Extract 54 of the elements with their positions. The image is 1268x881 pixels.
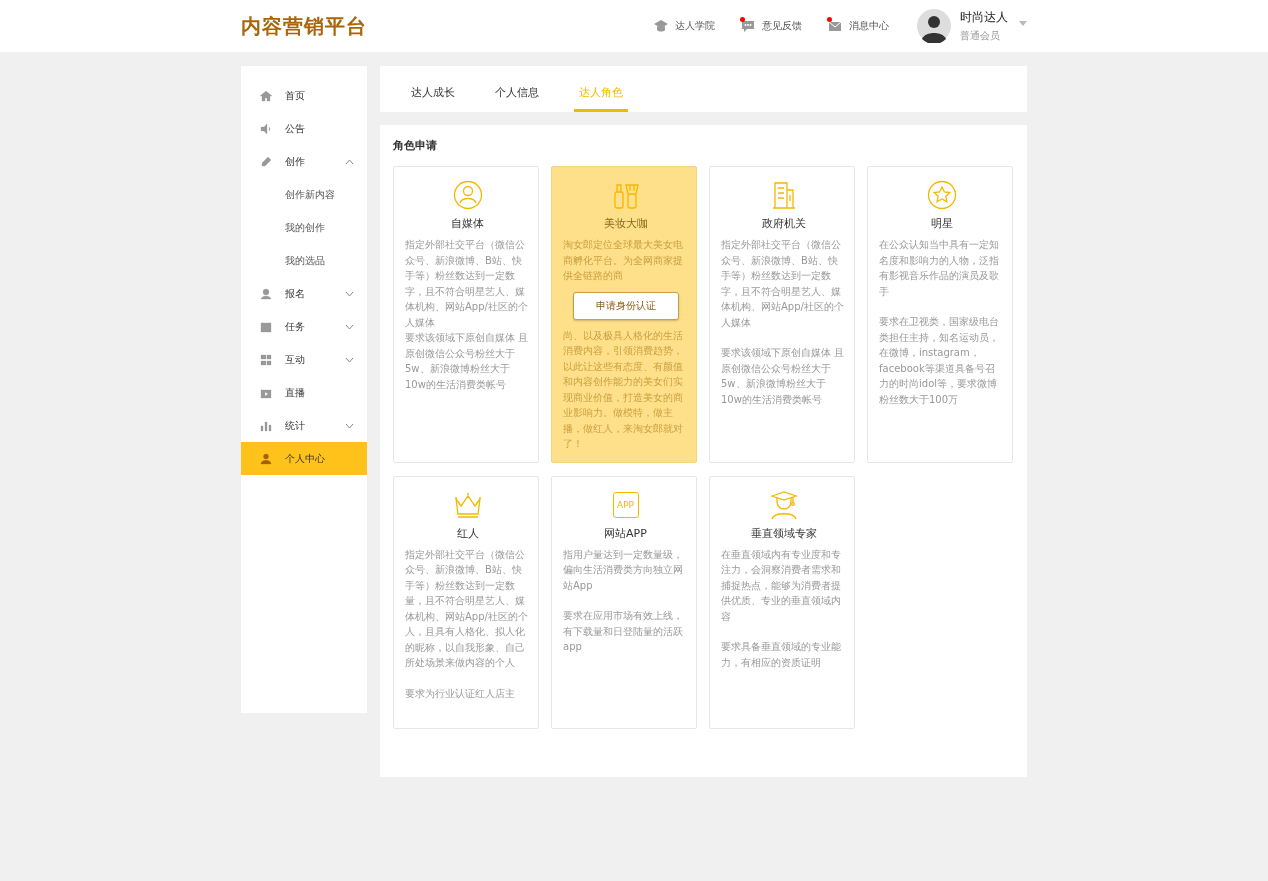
sidebar-item[interactable]: 首页 [241,79,367,112]
card-title: 明星 [930,216,953,231]
sidebar-item[interactable]: 任务 [241,310,367,343]
graduation-cap-icon [654,19,668,33]
sidebar-item[interactable]: 直播 [241,376,367,409]
card-title: 红人 [456,525,479,541]
person-circle-icon [452,180,483,210]
app-icon: APP [612,491,639,518]
squares-icon [260,353,272,366]
person-icon [260,452,272,465]
card-description: 在垂直领域内有专业度和专注力，会洞察消费者需求和捕捉热点，能够为消费者提供优质、专业的垂直领域内容 [721,547,842,624]
header-link[interactable]: 意见反馈 [741,19,802,33]
graduate-icon [768,489,799,520]
card-description: 要求具备垂直领域的专业能力，有相应的资质证明 [721,640,842,670]
chat-bubble-icon [741,19,755,33]
speaker-icon [260,122,272,135]
logo[interactable]: 内容营销平台 [241,12,367,40]
envelope-icon [828,19,842,33]
home-icon [260,89,272,102]
sidebar-item[interactable]: 互动 [241,343,367,376]
role-card[interactable]: 垂直领域专家 在垂直领域内有专业度和专注力，会洞察消费者需求和捕捉热点，能够为消费者提供优质、专业的垂直领域内容 要求具备垂直领域的专业能力，有相应的资质证明 [709,475,855,729]
video-icon [260,386,272,399]
dropdown-caret-icon [1019,21,1027,26]
card-title: 自媒体 [451,216,484,231]
section-title: 角色申请 [393,138,438,153]
card-description: 要求该领域下原创自媒体 且原创微信公众号粉丝大于 5w、新浪微博粉丝大于10w的生活消费类帐号 [721,346,846,407]
sidebar-item[interactable]: 公告 [241,112,367,145]
sidebar-subitem[interactable]: 我的选品 [241,244,367,277]
header-link[interactable]: 消息中心 [828,19,889,33]
card-description: 要求在应用市场有效上线，有下载量和日登陆量的活跃app [563,609,684,654]
card-description: 要求为行业认证红人店主 [405,686,516,701]
card-description: 要求该领域下原创自媒体 且原创微信公众号粉丝大于 5w、新浪微博粉丝大于10w的生活消费类帐号 [405,331,530,392]
user-role: 普通会员 [960,29,1001,43]
sidebar-item[interactable]: 个人中心 [241,442,367,475]
tab[interactable]: 个人信息 [490,85,544,112]
person-icon [260,287,272,300]
sidebar-subitem[interactable]: 创作新内容 [241,178,367,211]
sidebar-item[interactable]: 统计 [241,409,367,442]
pencil-icon [260,155,272,168]
card-description: 淘女郎定位全球最大美女电商孵化平台。为全网商家提供全链路的商 [563,238,684,283]
card-title: 网站APP [604,525,647,541]
card-description: 要求在卫视类，国家级电台类担任主持，知名运动员，在微博，instagram，facebook等渠道具备号召力的时尚idol等，要求微博粉丝数大于100万 [879,315,1000,407]
card-title: 政府机关 [761,216,806,231]
card-title: 美妆大咖 [603,216,648,231]
sidebar-item[interactable]: 创作 [241,145,367,178]
user-name[interactable]: 时尚达人 [960,9,1008,26]
bar-chart-icon [260,419,272,432]
avatar [917,9,951,43]
header-link[interactable]: 达人学院 [654,19,715,33]
sidebar-item[interactable]: 报名 [241,277,367,310]
apply-button[interactable]: 申请身份认证 [572,291,679,320]
sidebar-subitem[interactable]: 我的创作 [241,211,367,244]
tab[interactable]: 达人成长 [406,85,460,112]
card-title: 垂直领域专家 [750,525,817,541]
